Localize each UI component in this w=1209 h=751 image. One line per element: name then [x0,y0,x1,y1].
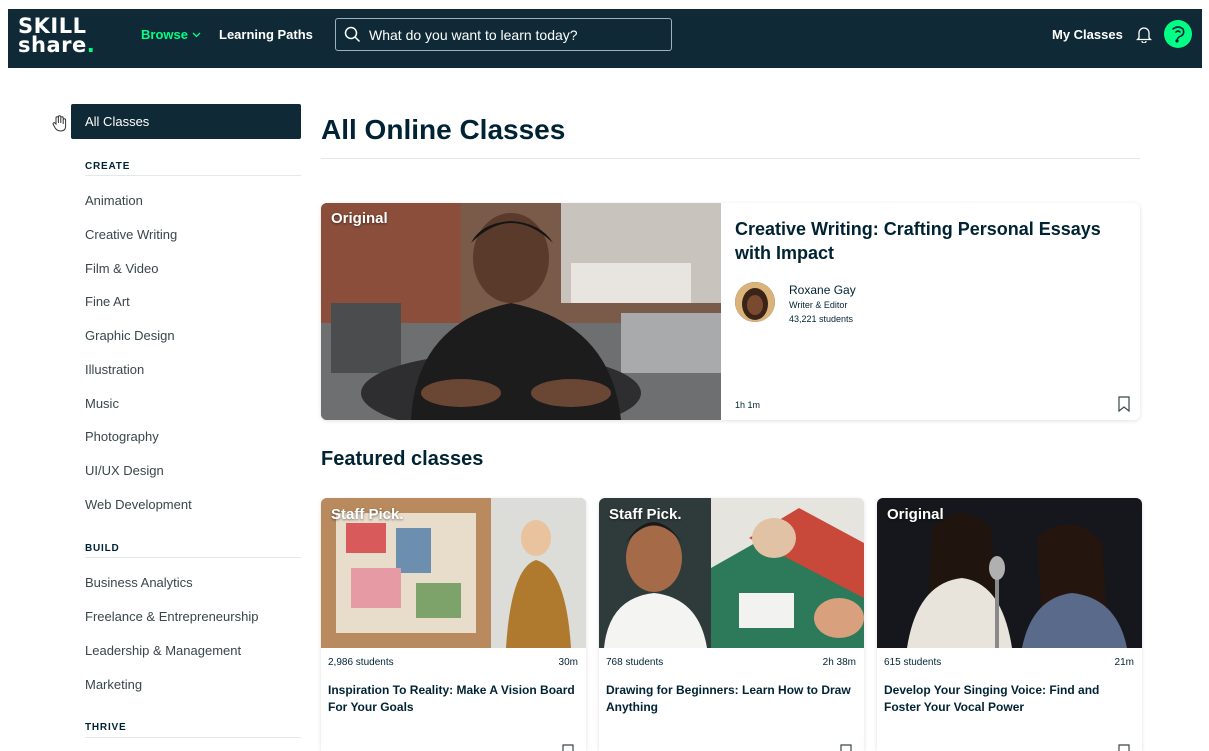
class-duration: 21m [1114,657,1134,668]
student-count: 615 students [884,657,942,668]
sidebar-heading-create: CREATE [85,161,131,172]
sidebar-item-creative-writing[interactable]: Creative Writing [85,227,177,242]
hero-title[interactable]: Creative Writing: Crafting Personal Essa… [735,217,1130,265]
class-title[interactable]: Develop Your Singing Voice: Find and Fos… [884,682,1134,716]
bookmark-icon[interactable] [1118,396,1130,412]
hero-badge: Original [331,210,388,227]
learning-paths-link[interactable]: Learning Paths [219,27,313,42]
sidebar-divider [85,557,301,558]
my-classes-link[interactable]: My Classes [1052,27,1123,42]
class-title[interactable]: Drawing for Beginners: Learn How to Draw… [606,682,856,716]
sidebar-item-animation[interactable]: Animation [85,193,143,208]
search-input[interactable] [369,26,659,43]
class-card[interactable]: Staff Pick. 2,986 students 30m Inspirati… [321,498,586,751]
teacher-name[interactable]: Roxane Gay [789,283,856,297]
card-badge: Original [887,506,944,523]
student-count: 2,986 students [328,657,394,668]
student-count: 43,221 students [789,314,854,324]
hero-class-card[interactable]: Original Creative Writing: Crafting Pers… [321,203,1140,420]
sidebar-item-marketing[interactable]: Marketing [85,677,142,692]
bookmark-icon[interactable] [1118,744,1130,751]
card-badge: Staff Pick. [331,506,404,523]
class-title[interactable]: Inspiration To Reality: Make A Vision Bo… [328,682,578,716]
chevron-down-icon [192,32,201,37]
sidebar-item-music[interactable]: Music [85,396,119,411]
bookmark-icon[interactable] [840,744,852,751]
browse-menu[interactable]: Browse [141,27,201,42]
logo-line-2: share. [18,33,96,57]
sidebar-item-web-development[interactable]: Web Development [85,497,192,512]
page-title: All Online Classes [321,114,566,145]
sidebar-item-film-video[interactable]: Film & Video [85,261,158,276]
bookmark-icon[interactable] [562,744,574,751]
sidebar-item-ui-ux-design[interactable]: UI/UX Design [85,463,164,478]
class-duration: 30m [558,657,578,668]
sidebar-divider [85,175,301,176]
card-badge: Staff Pick. [609,506,682,523]
teacher-photo [735,282,775,322]
sidebar-item-freelance[interactable]: Freelance & Entrepreneurship [85,609,258,624]
student-count: 768 students [606,657,664,668]
sidebar-heading-build: BUILD [85,543,120,554]
title-divider [321,158,1140,159]
browse-label: Browse [141,27,188,42]
avatar-illustration [1172,26,1185,43]
sidebar-all-classes[interactable]: All Classes [71,104,301,139]
sidebar-item-fine-art[interactable]: Fine Art [85,294,130,309]
sidebar-item-photography[interactable]: Photography [85,429,159,444]
sidebar-heading-thrive: THRIVE [85,722,127,733]
hand-pointer-icon [52,115,67,132]
class-card[interactable]: Staff Pick. 768 students 2h 38m Drawing … [599,498,864,751]
teacher-avatar[interactable] [735,282,775,322]
skillshare-logo[interactable]: SKILL share. [18,16,96,57]
class-card[interactable]: Original 615 students 21m Develop Your S… [877,498,1142,751]
featured-classes-heading: Featured classes [321,448,484,470]
search-box[interactable] [335,18,672,51]
teacher-role: Writer & Editor [789,300,848,310]
search-icon [344,26,361,43]
sidebar-item-graphic-design[interactable]: Graphic Design [85,328,175,343]
sidebar-divider [85,737,301,738]
bell-icon[interactable] [1136,25,1152,43]
class-duration: 1h 1m [735,400,761,410]
sidebar-item-leadership[interactable]: Leadership & Management [85,643,241,658]
sidebar-item-business-analytics[interactable]: Business Analytics [85,575,193,590]
class-duration: 2h 38m [822,657,856,668]
top-nav-bar: SKILL share. Browse Learning Paths My Cl… [8,9,1202,68]
hero-thumbnail [321,203,721,420]
sidebar-item-illustration[interactable]: Illustration [85,362,144,377]
user-avatar[interactable] [1164,20,1192,48]
